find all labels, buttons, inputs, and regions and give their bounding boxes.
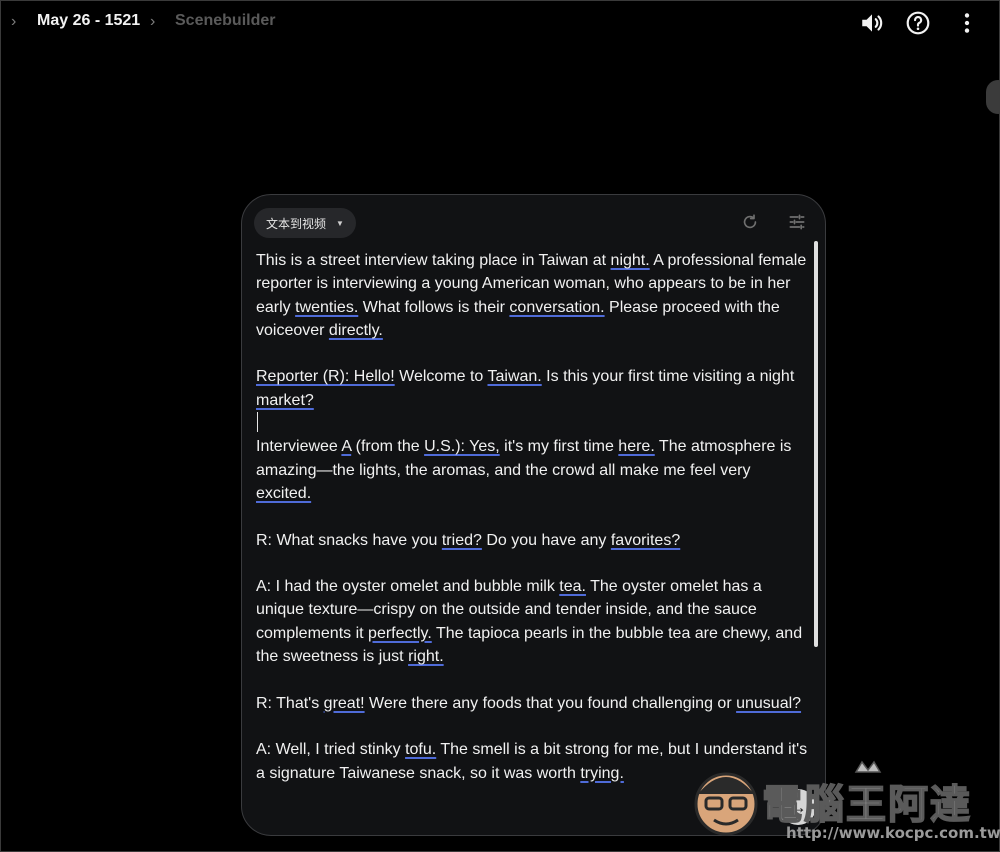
tune-icon[interactable] [787, 212, 807, 232]
watermark-name: 電腦王阿達 [761, 781, 972, 829]
prompt-paragraph: Reporter (R): Hello! Welcome to Taiwan. … [256, 368, 795, 409]
prompt-paragraph: Interviewee A (from the U.S.): Yes, it's… [256, 438, 792, 502]
refresh-icon[interactable] [740, 212, 760, 232]
volume-icon[interactable] [859, 10, 885, 36]
prompt-paragraph: R: What snacks have you tried? Do you ha… [256, 531, 681, 549]
more-vert-icon[interactable] [954, 10, 980, 36]
prompt-paragraph: This is a street interview taking place … [256, 252, 807, 339]
text-cursor [257, 412, 258, 433]
prompt-textarea[interactable]: This is a street interview taking place … [256, 249, 808, 785]
breadcrumb-tool: Scenebuilder [175, 12, 276, 29]
chevron-right-icon: › [150, 13, 156, 30]
caret-down-icon: ▼ [336, 218, 344, 228]
chevron-right-icon[interactable]: › [11, 14, 16, 30]
prompt-paragraph: A: I had the oyster omelet and bubble mi… [256, 578, 803, 666]
mode-dropdown[interactable]: 文本到视频 ▼ [254, 208, 356, 238]
top-bar: › May 26 - 1521 › Scenebuilder [0, 0, 1000, 46]
mode-label: 文本到视频 [266, 216, 327, 231]
watermark-url: http://www.kocpc.com.tw [786, 824, 1000, 842]
breadcrumb-project[interactable]: May 26 - 1521 [37, 12, 140, 30]
prompt-paragraph: R: That's great! Were there any foods th… [256, 694, 802, 712]
help-icon[interactable] [905, 10, 931, 36]
side-panel-handle[interactable] [986, 80, 1000, 114]
scrollbar[interactable] [814, 241, 818, 647]
prompt-panel: 文本到视频 ▼ This is a street interview takin… [241, 194, 826, 836]
